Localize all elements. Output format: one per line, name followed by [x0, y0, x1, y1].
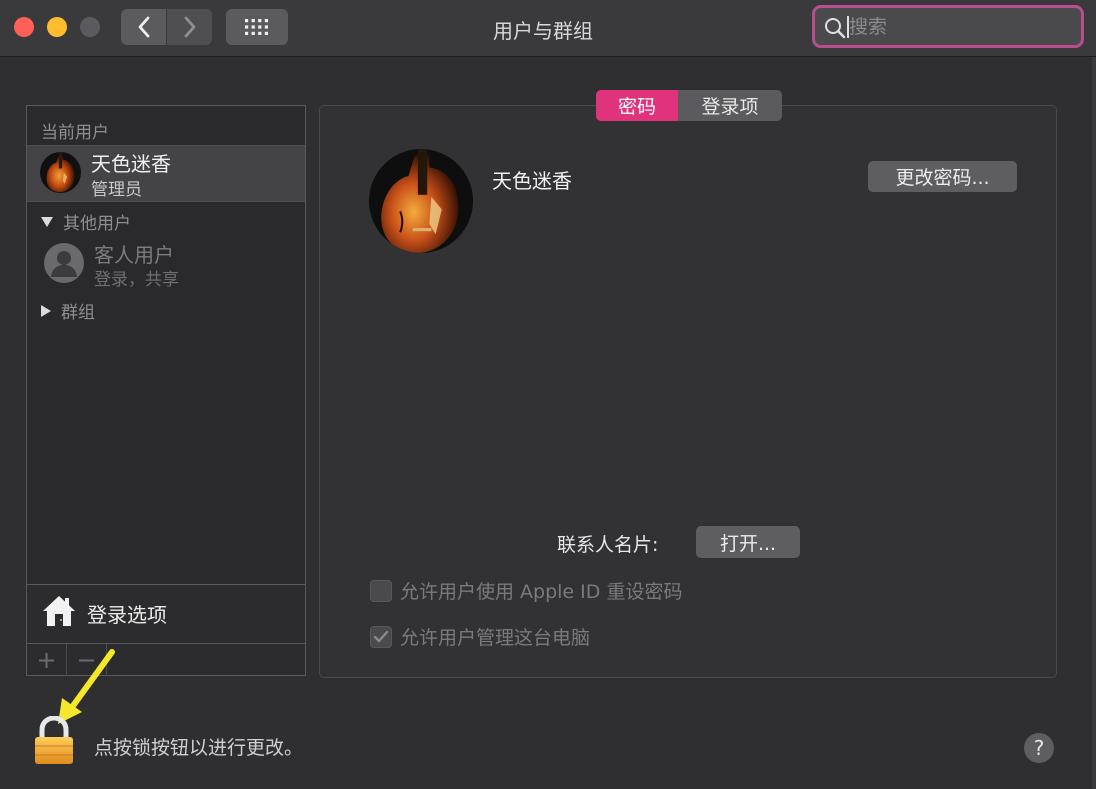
search-input[interactable] — [849, 11, 1069, 42]
allow-appleid-reset-checkbox[interactable] — [370, 579, 392, 602]
checkmark-icon — [373, 630, 389, 642]
tab-bar: 密码 登录项 — [596, 90, 782, 121]
lock-hint-text: 点按锁按钮以进行更改。 — [94, 737, 304, 759]
sidebar-item-current-user[interactable]: 天色迷香 管理员 — [27, 145, 305, 202]
current-users-heading: 当前用户 — [41, 123, 109, 143]
current-user-role: 管理员 — [91, 180, 142, 200]
allow-appleid-reset-row: 允许用户使用 Apple ID 重设密码 — [370, 577, 682, 604]
login-options-item[interactable]: 登录选项 — [27, 584, 305, 642]
users-sidebar: 当前用户 天色迷香 管理员 其他用户 客人用户 登录，共享 群组 登录选项 + … — [26, 105, 306, 676]
search-icon — [825, 17, 846, 38]
contact-card-label: 联系人名片: — [557, 534, 659, 556]
user-avatar[interactable] — [369, 149, 473, 253]
help-button[interactable]: ? — [1024, 733, 1054, 763]
guest-avatar-icon — [44, 243, 84, 283]
lock-icon — [35, 715, 73, 764]
lock-button[interactable] — [32, 715, 76, 770]
allow-admin-row: 允许用户管理这台电脑 — [370, 623, 590, 650]
login-options-label: 登录选项 — [87, 603, 167, 627]
guest-user-subtitle: 登录，共享 — [94, 270, 179, 290]
allow-admin-label: 允许用户管理这台电脑 — [400, 627, 591, 649]
allow-appleid-reset-label: 允许用户使用 Apple ID 重设密码 — [400, 581, 683, 603]
window-edge — [1092, 57, 1096, 789]
disclosure-right-icon — [41, 304, 51, 317]
disclosure-down-icon — [41, 216, 53, 227]
titlebar: 用户与群组 — [0, 0, 1096, 57]
groups-heading: 群组 — [61, 303, 95, 323]
tab-password[interactable]: 密码 — [596, 90, 678, 121]
other-users-heading: 其他用户 — [63, 214, 131, 234]
allow-admin-checkbox[interactable] — [370, 625, 392, 648]
house-icon — [43, 596, 75, 626]
open-contact-button[interactable]: 打开... — [696, 526, 800, 558]
search-field[interactable] — [812, 5, 1084, 48]
groups-toggle[interactable]: 群组 — [41, 298, 95, 323]
avatar — [40, 152, 81, 193]
change-password-button[interactable]: 更改密码... — [868, 161, 1017, 192]
user-full-name: 天色迷香 — [492, 169, 572, 193]
other-users-toggle[interactable]: 其他用户 — [41, 209, 131, 234]
tab-login-items[interactable]: 登录项 — [678, 90, 782, 121]
guest-user-name[interactable]: 客人用户 — [94, 239, 174, 268]
current-user-name: 天色迷香 — [91, 152, 171, 176]
